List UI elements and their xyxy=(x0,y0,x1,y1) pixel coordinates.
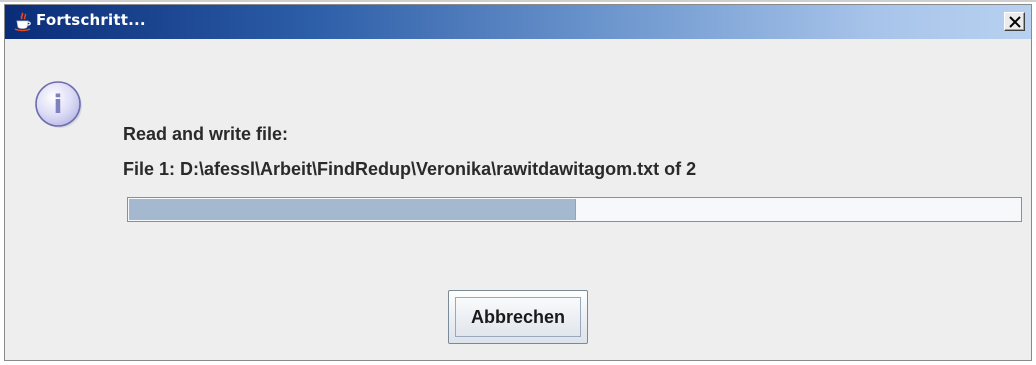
info-icon: i xyxy=(33,79,85,136)
progress-dialog: Fortschritt... i Read and write file: Fi… xyxy=(4,4,1032,361)
title-bar[interactable]: Fortschritt... xyxy=(5,5,1031,39)
close-icon xyxy=(1009,16,1021,28)
window-title: Fortschritt... xyxy=(36,11,146,29)
message-heading: Read and write file: xyxy=(123,124,289,144)
cancel-button[interactable]: Abbrechen xyxy=(448,290,588,344)
cancel-button-label: Abbrechen xyxy=(455,297,581,337)
svg-text:i: i xyxy=(54,90,63,120)
progress-bar xyxy=(127,197,1022,222)
message-file-status: File 1: D:\afessl\Arbeit\FindRedup\Veron… xyxy=(123,159,697,179)
top-rule xyxy=(0,0,1036,2)
progress-fill xyxy=(129,199,576,220)
java-coffee-cup-icon xyxy=(13,12,33,32)
close-button[interactable] xyxy=(1004,12,1025,31)
